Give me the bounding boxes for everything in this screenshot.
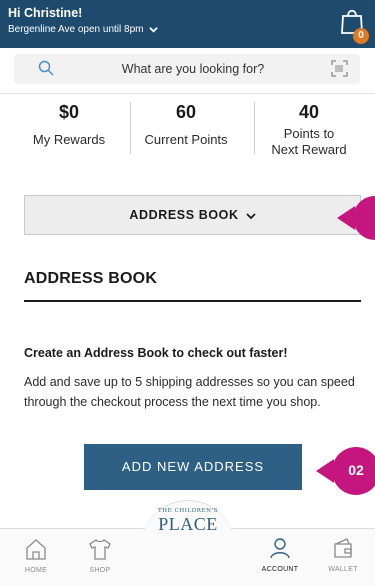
nav-label-wallet: WALLET bbox=[328, 566, 358, 573]
address-book-dropdown[interactable]: ADDRESS BOOK bbox=[24, 195, 361, 235]
chevron-down-icon bbox=[149, 27, 159, 33]
stat-rewards: $0 My Rewards bbox=[9, 102, 129, 148]
empty-state-description: Add and save up to 5 shipping addresses … bbox=[24, 375, 355, 409]
next-reward-value: 40 bbox=[298, 102, 320, 122]
nav-item-account[interactable]: ACCOUNT bbox=[250, 536, 310, 573]
nav-label-home: HOME bbox=[24, 567, 48, 574]
nav-item-home[interactable]: HOME bbox=[6, 537, 66, 574]
app-header: Hi Christine! Bergenline Ave open until … bbox=[0, 0, 375, 48]
search-bar bbox=[14, 54, 360, 84]
greeting-text: Hi Christine! bbox=[8, 6, 83, 20]
empty-state-headline: Create an Address Book to check out fast… bbox=[24, 346, 288, 360]
next-reward-label-line2: Next Reward bbox=[271, 142, 347, 157]
search-input[interactable] bbox=[68, 54, 318, 84]
search-icon bbox=[38, 60, 54, 76]
wallet-icon bbox=[334, 538, 352, 558]
annotation-marker-02-label: 02 bbox=[348, 462, 364, 478]
rewards-label: My Rewards bbox=[32, 132, 106, 147]
logo-line2: PLACE bbox=[158, 514, 218, 534]
nav-item-wallet[interactable]: WALLET bbox=[313, 536, 373, 573]
nav-label-account: ACCOUNT bbox=[261, 566, 299, 573]
shirt-icon bbox=[89, 539, 111, 560]
stat-next-reward: 40 Points to Next Reward bbox=[249, 102, 369, 158]
rewards-stats: $0 My Rewards 60 Current Points 40 Point… bbox=[0, 94, 375, 174]
next-reward-label-line1: Points to bbox=[283, 126, 335, 141]
annotation-marker-arrow bbox=[337, 196, 375, 240]
nav-item-shop[interactable]: SHOP bbox=[70, 537, 130, 574]
current-points-label: Current Points bbox=[144, 132, 228, 147]
page-title: ADDRESS BOOK bbox=[24, 270, 158, 287]
barcode-scan-icon[interactable] bbox=[331, 60, 348, 77]
chevron-down-icon bbox=[246, 213, 256, 219]
account-icon bbox=[270, 538, 290, 559]
home-icon bbox=[26, 539, 46, 560]
address-book-dropdown-label: ADDRESS BOOK bbox=[129, 208, 239, 222]
add-new-address-button[interactable]: ADD NEW ADDRESS bbox=[84, 444, 302, 490]
store-selector[interactable]: Bergenline Ave open until 8pm bbox=[8, 24, 159, 35]
store-status-text: Bergenline Ave open until 8pm bbox=[8, 24, 144, 35]
bag-count-badge: 0 bbox=[353, 28, 369, 44]
stat-current-points: 60 Current Points bbox=[126, 102, 246, 148]
nav-label-shop: SHOP bbox=[89, 567, 111, 574]
current-points-value: 60 bbox=[175, 102, 197, 122]
next-reward-label: Points to Next Reward bbox=[249, 126, 369, 158]
title-underline bbox=[24, 300, 361, 302]
rewards-value: $0 bbox=[58, 102, 80, 122]
search-bar-container bbox=[0, 48, 375, 94]
brand-logo[interactable]: THE CHILDREN'S PLACE bbox=[150, 508, 226, 534]
